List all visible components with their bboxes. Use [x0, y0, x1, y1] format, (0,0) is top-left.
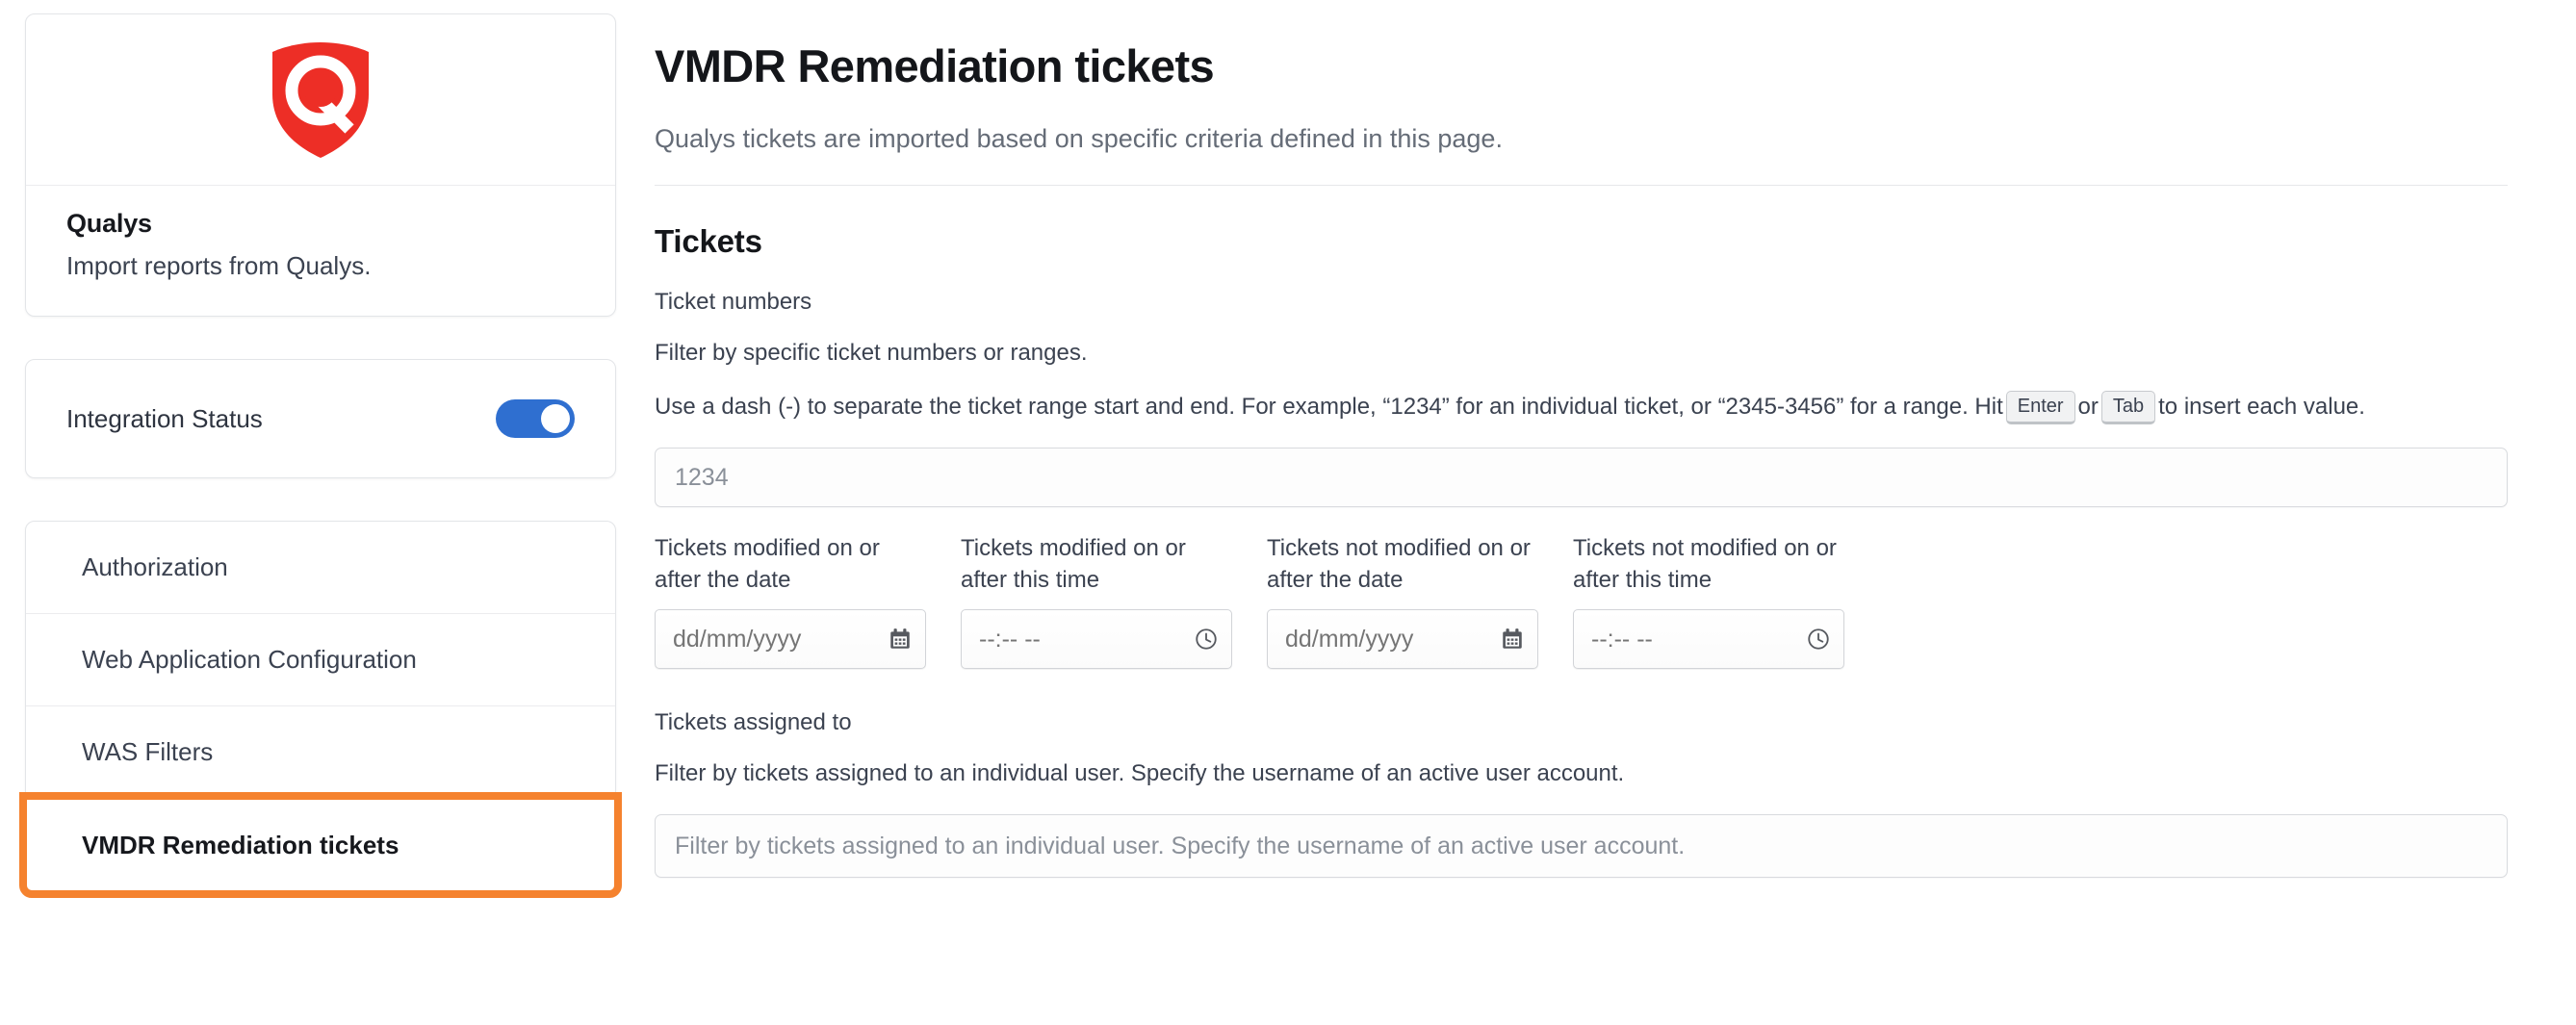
field-label: Tickets not modified on or after this ti… — [1573, 535, 1837, 594]
field-label: Tickets not modified on or after the dat… — [1267, 535, 1531, 594]
settings-nav-list: Authorization Web Application Configurat… — [19, 521, 622, 899]
modified-after-date-input[interactable] — [655, 609, 926, 670]
assigned-to-block: Tickets assigned to Filter by tickets as… — [655, 707, 2508, 879]
main-content: VMDR Remediation tickets Qualys tickets … — [655, 25, 2508, 879]
assigned-to-help: Filter by tickets assigned to an individ… — [655, 760, 1625, 787]
time-input-wrapper — [1573, 609, 1844, 670]
brand-subtitle: Import reports from Qualys. — [66, 251, 372, 281]
enter-key-badge[interactable]: Enter — [2005, 391, 2075, 425]
date-filter-modified-after-time: Tickets modified on or after this time — [961, 532, 1232, 670]
modified-after-time-input[interactable] — [961, 609, 1232, 670]
date-filter-not-modified-after-date: Tickets not modified on or after the dat… — [1267, 532, 1538, 670]
sidebar-item-authorization[interactable]: Authorization — [26, 522, 615, 615]
brand-title: Qualys — [66, 209, 152, 238]
field-label: Tickets modified on or after this time — [961, 535, 1186, 594]
field-label: Tickets modified on or after the date — [655, 535, 880, 594]
integration-status-label: Integration Status — [66, 403, 263, 433]
help-text-part-1: Use a dash (-) to separate the ticket ra… — [655, 394, 2003, 421]
not-modified-after-date-input[interactable] — [1267, 609, 1538, 670]
integration-status-toggle[interactable] — [496, 399, 575, 439]
brand-meta: Qualys Import reports from Qualys. — [26, 186, 615, 316]
sidebar: Qualys Import reports from Qualys. Integ… — [19, 13, 622, 899]
date-filters-row: Tickets modified on or after the date dd… — [655, 532, 2508, 670]
help-text-part-2: to insert each value. — [2158, 394, 2365, 421]
header-divider — [655, 185, 2508, 187]
assigned-to-label: Tickets assigned to — [655, 709, 852, 736]
ticket-numbers-help-1: Filter by specific ticket numbers or ran… — [655, 340, 1088, 367]
assigned-to-input[interactable] — [655, 814, 2508, 879]
not-modified-after-time-input[interactable] — [1573, 609, 1844, 670]
qualys-shield-logo-icon — [26, 14, 615, 186]
sidebar-item-label: Authorization — [82, 552, 228, 582]
sidebar-item-web-application-configuration[interactable]: Web Application Configuration — [26, 614, 615, 707]
help-text-conjunction: or — [2077, 394, 2099, 421]
sidebar-item-label: Web Application Configuration — [82, 645, 417, 675]
date-input-wrapper — [655, 609, 926, 670]
ticket-numbers-input[interactable] — [655, 448, 2508, 508]
page-root: Qualys Import reports from Qualys. Integ… — [0, 0, 2576, 1025]
tab-key-badge[interactable]: Tab — [2100, 391, 2156, 425]
section-title-tickets: Tickets — [655, 223, 762, 260]
date-filter-modified-after-date: Tickets modified on or after the date — [655, 532, 926, 670]
sidebar-item-vmdr-remediation-tickets[interactable]: VMDR Remediation tickets — [19, 792, 622, 899]
date-filter-not-modified-after-time: Tickets not modified on or after this ti… — [1573, 532, 1844, 670]
sidebar-item-was-filters[interactable]: WAS Filters — [26, 706, 615, 800]
ticket-numbers-help-2: Use a dash (-) to separate the ticket ra… — [655, 390, 2508, 425]
date-input-wrapper — [1267, 609, 1538, 670]
page-title: VMDR Remediation tickets — [655, 40, 1215, 91]
sidebar-item-label: WAS Filters — [82, 737, 214, 767]
brand-card: Qualys Import reports from Qualys. — [25, 13, 616, 318]
integration-status-card: Integration Status — [25, 359, 616, 479]
ticket-numbers-label: Ticket numbers — [655, 288, 812, 315]
time-input-wrapper — [961, 609, 1232, 670]
toggle-knob — [541, 404, 570, 434]
page-description: Qualys tickets are imported based on spe… — [655, 124, 1503, 154]
sidebar-item-label: VMDR Remediation tickets — [82, 830, 399, 859]
